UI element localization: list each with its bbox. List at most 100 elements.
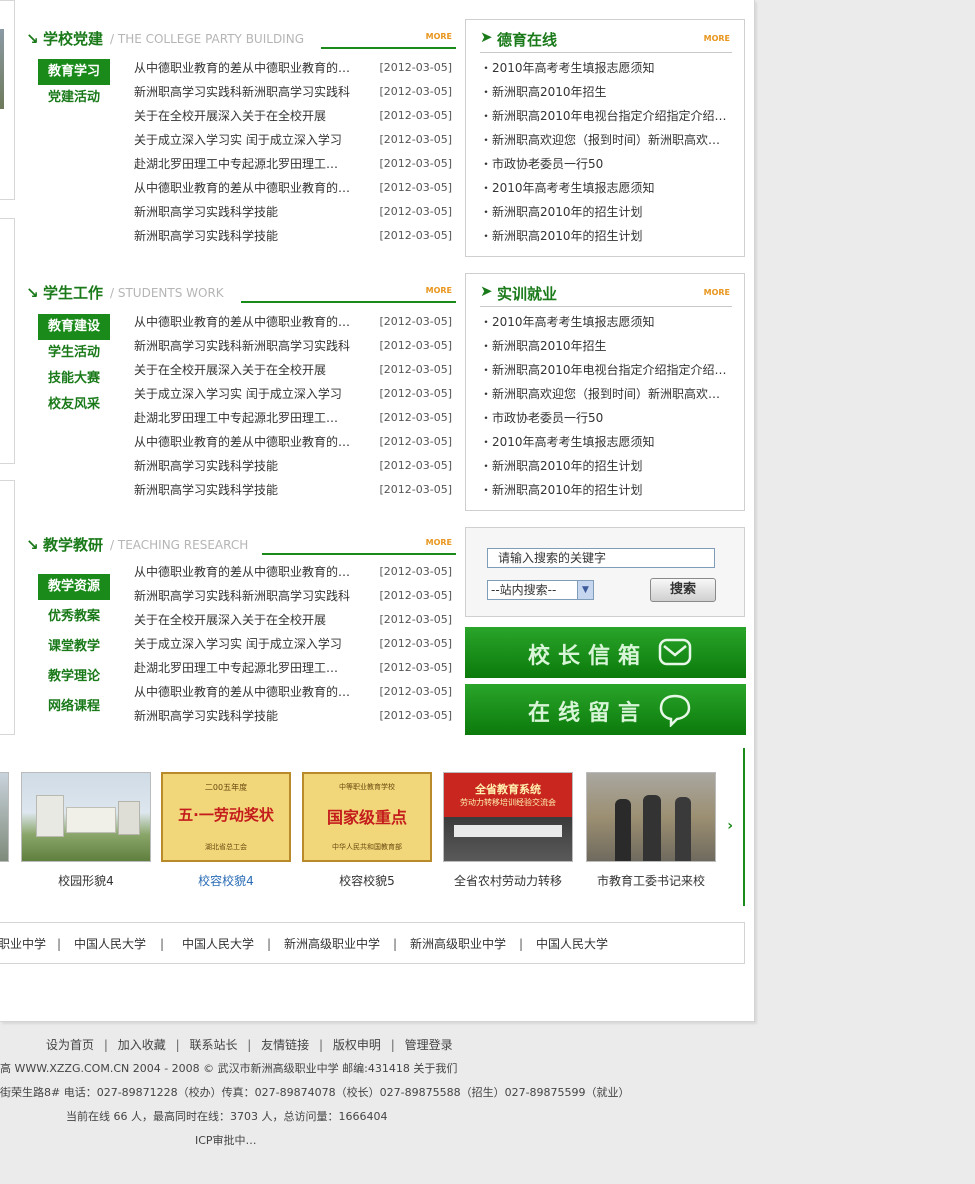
principal-mailbox-button[interactable]: 校长信箱 [465,627,746,678]
list-item[interactable]: ・新洲职高2010年电视台指定介绍指定介绍… [480,358,732,382]
footer-link-friends[interactable]: 友情链接 [261,1038,309,1052]
list-item[interactable]: ・新洲职高2010年的招生计划 [480,454,732,478]
chevron-right-icon[interactable]: › [727,818,733,834]
award-certificate-image[interactable]: 中等职业教育学校 国家级重点 中华人民共和国教育部 [302,772,432,862]
friend-link[interactable]: 中国人民大学 [182,923,254,965]
list-item[interactable]: 新洲职高学习实践科学技能 [2012-03-05] [134,200,452,224]
news-title[interactable]: 关于在全校开展深入关于在全校开展 [134,358,359,382]
more-link[interactable]: MORE [426,32,452,41]
list-item[interactable]: 新洲职高学习实践科学技能 [2012-03-05] [134,454,452,478]
list-item[interactable]: 从中德职业教育的差从中德职业教育的… [2012-03-05] [134,56,452,80]
subnav-item[interactable]: 技能大赛 [38,366,110,392]
subnav-item[interactable]: 教学理论 [38,664,110,690]
list-item[interactable]: 新洲职高学习实践科学技能 [2012-03-05] [134,478,452,502]
list-item[interactable]: ・新洲职高欢迎您（报到时间）新洲职高欢… [480,128,732,152]
news-title[interactable]: 赴湖北罗田理工中专起源北罗田理工… [134,406,359,430]
list-item[interactable]: 赴湖北罗田理工中专起源北罗田理工… [2012-03-05] [134,152,452,176]
list-item[interactable]: ・新洲职高2010年电视台指定介绍指定介绍… [480,104,732,128]
list-item[interactable]: ・市政协老委员一行50 [480,406,732,430]
news-title[interactable]: 关于成立深入学习实 闰于成立深入学习 [134,632,359,656]
award-certificate-image[interactable]: 二00五年度 五·一劳动奖状 湖北省总工会 [161,772,291,862]
list-item[interactable]: 从中德职业教育的差从中德职业教育的… [2012-03-05] [134,560,452,584]
more-link[interactable]: MORE [426,286,452,295]
footer-link-favorite[interactable]: 加入收藏 [118,1038,166,1052]
news-title[interactable]: 关于成立深入学习实 闰于成立深入学习 [134,128,359,152]
subnav-item[interactable]: 学生活动 [38,340,110,366]
list-item[interactable]: 新洲职高学习实践科新洲职高学习实践科 [2012-03-05] [134,584,452,608]
news-title[interactable]: 新洲职高学习实践科学技能 [134,200,359,224]
list-item[interactable]: 从中德职业教育的差从中德职业教育的… [2012-03-05] [134,310,452,334]
list-item[interactable]: 赴湖北罗田理工中专起源北罗田理工… [2012-03-05] [134,656,452,680]
list-item[interactable]: 新洲职高学习实践科学技能 [2012-03-05] [134,704,452,728]
subnav-item[interactable]: 教育学习 [38,59,110,85]
list-item[interactable]: ・新洲职高2010年招生 [480,334,732,358]
search-scope-select[interactable]: --站内搜索-- ▼ [487,580,594,600]
list-item[interactable]: 从中德职业教育的差从中德职业教育的… [2012-03-05] [134,680,452,704]
gallery-item[interactable]: 中等职业教育学校 国家级重点 中华人民共和国教育部 校容校貌5 [302,772,432,889]
subnav-item[interactable]: 课堂教学 [38,634,110,660]
news-title[interactable]: 关于成立深入学习实 闰于成立深入学习 [134,382,359,406]
list-item[interactable]: 从中德职业教育的差从中德职业教育的… [2012-03-05] [134,176,452,200]
friend-link[interactable]: 中国人民大学 [74,923,146,965]
list-item[interactable]: 新洲职高学习实践科新洲职高学习实践科 [2012-03-05] [134,80,452,104]
footer-link-contact[interactable]: 联系站长 [189,1038,237,1052]
footer-link-admin[interactable]: 管理登录 [405,1038,453,1052]
gallery-image-partial[interactable] [0,772,9,862]
news-title[interactable]: 从中德职业教育的差从中德职业教育的… [134,56,359,80]
list-item[interactable]: ・新洲职高欢迎您（报到时间）新洲职高欢… [480,382,732,406]
news-title[interactable]: 赴湖北罗田理工中专起源北罗田理工… [134,152,359,176]
news-title[interactable]: 新洲职高学习实践科学技能 [134,478,359,502]
search-button[interactable]: 搜索 [650,578,716,602]
gallery-item[interactable]: 二00五年度 五·一劳动奖状 湖北省总工会 校容校貌4 [161,772,291,889]
news-title[interactable]: 从中德职业教育的差从中德职业教育的… [134,560,359,584]
news-title[interactable]: 关于在全校开展深入关于在全校开展 [134,104,359,128]
gallery-item[interactable]: 校园形貌4 [21,772,151,889]
list-item[interactable]: 关于成立深入学习实 闰于成立深入学习 [2012-03-05] [134,128,452,152]
footer-link-home[interactable]: 设为首页 [46,1038,94,1052]
news-title[interactable]: 从中德职业教育的差从中德职业教育的… [134,176,359,200]
list-item[interactable]: 赴湖北罗田理工中专起源北罗田理工… [2012-03-05] [134,406,452,430]
subnav-item[interactable]: 优秀教案 [38,604,110,630]
list-item[interactable]: 关于在全校开展深入关于在全校开展 [2012-03-05] [134,608,452,632]
list-item[interactable]: 关于在全校开展深入关于在全校开展 [2012-03-05] [134,104,452,128]
chevron-down-icon[interactable]: ▼ [577,581,593,599]
news-title[interactable]: 从中德职业教育的差从中德职业教育的… [134,310,359,334]
list-item[interactable]: 新洲职高学习实践科学技能 [2012-03-05] [134,224,452,248]
friend-link[interactable]: 新洲高级职业中学 [410,923,506,965]
subnav-item[interactable]: 教学资源 [38,574,110,600]
news-title[interactable]: 新洲职高学习实践科新洲职高学习实践科 [134,584,359,608]
list-item[interactable]: ・市政协老委员一行50 [480,152,732,176]
list-item[interactable]: ・2010年高考考生填报志愿须知 [480,176,732,200]
list-item[interactable]: ・新洲职高2010年的招生计划 [480,200,732,224]
more-link[interactable]: MORE [704,288,730,297]
more-link[interactable]: MORE [704,34,730,43]
subnav-item[interactable]: 网络课程 [38,694,110,720]
list-item[interactable]: 从中德职业教育的差从中德职业教育的… [2012-03-05] [134,430,452,454]
more-link[interactable]: MORE [426,538,452,547]
visit-photo[interactable] [586,772,716,862]
gallery-caption[interactable]: 校园形貌4 [21,872,151,889]
list-item[interactable]: 关于在全校开展深入关于在全校开展 [2012-03-05] [134,358,452,382]
gallery-caption[interactable]: 校容校貌4 [161,872,291,889]
news-title[interactable]: 新洲职高学习实践科新洲职高学习实践科 [134,334,359,358]
friend-link[interactable]: 中国人民大学 [536,923,608,965]
news-title[interactable]: 从中德职业教育的差从中德职业教育的… [134,680,359,704]
gallery-caption[interactable]: 全省农村劳动力转移 [443,872,573,889]
subnav-item[interactable]: 党建活动 [38,85,110,111]
list-item[interactable]: 新洲职高学习实践科新洲职高学习实践科 [2012-03-05] [134,334,452,358]
news-title[interactable]: 赴湖北罗田理工中专起源北罗田理工… [134,656,359,680]
news-title[interactable]: 新洲职高学习实践科新洲职高学习实践科 [134,80,359,104]
gallery-item[interactable]: 全省教育系统 劳动力转移培训经验交流会 全省农村劳动力转移 [443,772,573,889]
footer-link-copyright[interactable]: 版权申明 [333,1038,381,1052]
list-item[interactable]: ・新洲职高2010年的招生计划 [480,224,732,248]
subnav-item[interactable]: 教育建设 [38,314,110,340]
list-item[interactable]: ・新洲职高2010年的招生计划 [480,478,732,502]
news-title[interactable]: 新洲职高学习实践科学技能 [134,704,359,728]
news-title[interactable]: 新洲职高学习实践科学技能 [134,224,359,248]
list-item[interactable]: ・2010年高考考生填报志愿须知 [480,430,732,454]
list-item[interactable]: ・2010年高考考生填报志愿须知 [480,310,732,334]
online-message-button[interactable]: 在线留言 [465,684,746,735]
list-item[interactable]: ・新洲职高2010年招生 [480,80,732,104]
gallery-item[interactable]: 市教育工委书记来校 [586,772,716,889]
list-item[interactable]: 关于成立深入学习实 闰于成立深入学习 [2012-03-05] [134,632,452,656]
